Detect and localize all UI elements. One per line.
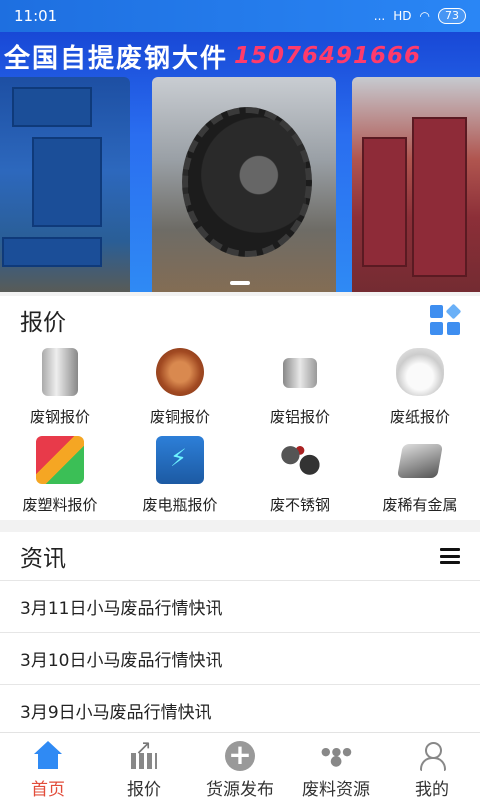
- section-title: 报价: [20, 310, 66, 336]
- news-item[interactable]: 3月10日小马废品行情快讯: [0, 633, 480, 685]
- nav-label: 我的: [415, 780, 449, 800]
- quote-item-label: 废钢报价: [29, 408, 90, 426]
- battery-icon: [156, 436, 204, 484]
- nav-label: 废料资源: [302, 780, 370, 800]
- menu-icon[interactable]: [440, 548, 460, 564]
- quote-item-copper[interactable]: 废铜报价: [120, 344, 240, 432]
- quote-item-label: 废纸报价: [389, 408, 450, 426]
- news-item[interactable]: 3月9日小马废品行情快讯: [0, 685, 480, 737]
- plus-icon: +: [225, 741, 255, 771]
- banner-title: 全国自提废钢大件: [4, 43, 229, 74]
- status-icons: ... HD ◠ 73: [374, 8, 466, 24]
- banner-slide-machine[interactable]: [0, 77, 130, 292]
- news-list: 3月11日小马废品行情快讯 3月10日小马废品行情快讯 3月9日小马废品行情快讯: [0, 580, 480, 737]
- category-grid-icon[interactable]: [430, 303, 462, 335]
- quote-item-paper[interactable]: 废纸报价: [360, 344, 480, 432]
- resources-icon: [321, 741, 353, 771]
- chart-icon: [129, 735, 159, 771]
- aluminum-icon: [283, 358, 317, 388]
- news-item[interactable]: 3月11日小马废品行情快讯: [0, 581, 480, 633]
- nav-label: 货源发布: [206, 780, 274, 800]
- wifi-icon: ◠: [419, 9, 430, 23]
- banner-slide-gear[interactable]: [152, 77, 336, 292]
- nav-label: 报价: [127, 780, 161, 800]
- paper-icon: [396, 348, 444, 396]
- banner-phone[interactable]: 15076491666: [234, 43, 421, 69]
- signal-dots-icon: ...: [373, 9, 386, 23]
- status-bar: 11:01 ... HD ◠ 73: [0, 0, 480, 32]
- steel-icon: [42, 348, 78, 396]
- home-icon: [33, 741, 63, 771]
- banner-slide-molds[interactable]: [352, 77, 480, 292]
- quote-item-battery[interactable]: 废电瓶报价: [120, 432, 240, 520]
- carousel-indicator: [230, 281, 250, 285]
- gear-wheel-image: [182, 107, 312, 257]
- quote-item-plastic[interactable]: 废塑料报价: [0, 432, 120, 520]
- quote-item-rare-metal[interactable]: 废稀有金属: [360, 432, 480, 520]
- nav-quote[interactable]: 报价: [96, 733, 192, 800]
- bottom-nav: 首页 报价 + 货源发布 废料资源 我的: [0, 732, 480, 800]
- user-icon: [417, 741, 447, 771]
- news-section: 资讯 3月11日小马废品行情快讯 3月10日小马废品行情快讯 3月9日小马废品行…: [0, 532, 480, 737]
- quote-header: 报价: [0, 296, 480, 344]
- quote-grid: 废钢报价 废铜报价 废铝报价 废纸报价 废塑料报价 废电瓶报价 废不锈钢 废稀: [0, 344, 480, 520]
- banner-carousel[interactable]: 全国自提废钢大件 15076491666: [0, 32, 480, 292]
- rare-metal-icon: [397, 444, 443, 478]
- quote-item-label: 废不锈钢: [269, 496, 330, 514]
- nav-profile[interactable]: 我的: [384, 733, 480, 800]
- quote-item-label: 废电瓶报价: [142, 496, 218, 514]
- quote-item-aluminum[interactable]: 废铝报价: [240, 344, 360, 432]
- copper-icon: [156, 348, 204, 396]
- nav-label: 首页: [31, 780, 65, 800]
- status-time: 11:01: [14, 7, 58, 25]
- quote-item-label: 废铝报价: [269, 408, 330, 426]
- quote-item-steel[interactable]: 废钢报价: [0, 344, 120, 432]
- nav-resources[interactable]: 废料资源: [288, 733, 384, 800]
- stainless-steel-icon: [276, 436, 324, 484]
- quote-item-stainless-steel[interactable]: 废不锈钢: [240, 432, 360, 520]
- quote-item-label: 废铜报价: [149, 408, 210, 426]
- banner-headline: 全国自提废钢大件 15076491666: [0, 36, 480, 76]
- section-title: 资讯: [20, 546, 66, 572]
- nav-home[interactable]: 首页: [0, 733, 96, 800]
- quote-item-label: 废塑料报价: [22, 496, 98, 514]
- network-hd-label: HD: [393, 9, 412, 23]
- quote-item-label: 废稀有金属: [382, 496, 458, 514]
- battery-icon: 73: [438, 8, 466, 24]
- plastic-icon: [36, 436, 84, 484]
- quote-section: 报价 废钢报价 废铜报价 废铝报价 废纸报价 废塑料报价 废电瓶报价: [0, 296, 480, 520]
- nav-publish[interactable]: + 货源发布: [192, 733, 288, 800]
- news-header: 资讯: [0, 532, 480, 580]
